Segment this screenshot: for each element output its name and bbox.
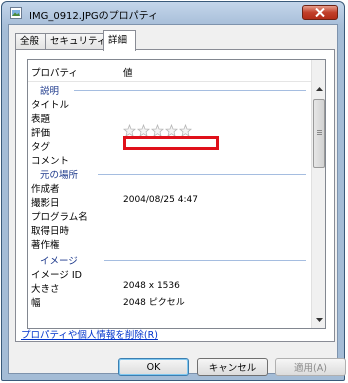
details-panel: プロパティ 値 説明 タイトル 表題 評価 タグ コメント 元の場所 作成者 撮… — [15, 49, 335, 342]
row-author[interactable]: 作成者 — [28, 180, 312, 195]
thumb-grip — [317, 132, 322, 133]
thumb-grip — [317, 130, 322, 131]
section-label: 説明 — [40, 86, 60, 97]
section-origin: 元の場所 — [28, 166, 312, 181]
section-description: 説明 — [28, 82, 312, 97]
properties-window: IMG_0912.JPGのプロパティ 全般 セキュリティ 詳細 プロパティ 値 … — [1, 1, 346, 381]
property-value[interactable]: 2048 x 1536 — [123, 281, 180, 291]
property-value[interactable]: 2048 ピクセル — [123, 295, 185, 308]
property-name: タイトル — [31, 100, 70, 111]
property-name: プログラム名 — [31, 212, 88, 223]
tab-security[interactable]: セキュリティ — [45, 33, 106, 49]
property-name: 表題 — [31, 114, 51, 125]
remove-properties-link[interactable]: プロパティや個人情報を削除(R) — [21, 327, 158, 341]
column-header-property[interactable]: プロパティ — [31, 65, 78, 79]
row-date-taken[interactable]: 撮影日 2004/08/25 4:47 — [28, 194, 312, 209]
list-header: プロパティ 値 — [28, 60, 312, 82]
tab-details[interactable]: 詳細 — [103, 30, 136, 51]
apply-button[interactable]: 適用(A) — [275, 358, 346, 376]
property-rows: 説明 タイトル 表題 評価 タグ コメント 元の場所 作成者 撮影日 2004/… — [28, 82, 312, 309]
close-icon — [315, 8, 325, 17]
dialog-body: 全般 セキュリティ 詳細 プロパティ 値 説明 タイトル 表題 評価 タグ コメ… — [8, 24, 346, 376]
property-name: コメント — [31, 156, 70, 167]
property-name: 著作権 — [31, 240, 60, 251]
row-subject[interactable]: 表題 — [28, 110, 312, 125]
ok-button[interactable]: OK — [118, 358, 189, 376]
row-copyright[interactable]: 著作権 — [28, 236, 312, 251]
property-name: 大きさ — [31, 284, 60, 295]
section-label: 元の場所 — [40, 170, 79, 181]
property-name: 幅 — [31, 298, 41, 309]
row-image-id[interactable]: イメージ ID — [28, 266, 312, 281]
tab-general[interactable]: 全般 — [15, 33, 46, 49]
scroll-down-button[interactable] — [313, 313, 325, 327]
column-header-value[interactable]: 値 — [123, 65, 133, 79]
title-bar[interactable]: IMG_0912.JPGのプロパティ — [2, 2, 344, 24]
row-width[interactable]: 幅 2048 ピクセル — [28, 294, 312, 309]
arrow-down-icon — [315, 318, 323, 322]
image-file-icon — [10, 7, 22, 19]
close-button[interactable] — [302, 5, 338, 20]
cancel-button[interactable]: キャンセル — [197, 358, 268, 376]
row-title[interactable]: タイトル — [28, 96, 312, 111]
property-name: イメージ ID — [31, 270, 82, 281]
property-name: 評価 — [31, 128, 51, 139]
thumb-grip — [317, 134, 322, 135]
section-divider — [98, 174, 306, 175]
scroll-thumb[interactable] — [313, 99, 325, 168]
row-comments[interactable]: コメント — [28, 152, 312, 167]
row-tags[interactable]: タグ — [28, 136, 312, 153]
window-title: IMG_0912.JPGのプロパティ — [29, 11, 159, 22]
section-divider — [104, 260, 306, 261]
arrow-up-icon — [315, 87, 323, 91]
section-image: イメージ — [28, 250, 312, 267]
property-name: タグ — [31, 142, 51, 153]
scroll-up-button[interactable] — [313, 82, 325, 96]
property-value[interactable]: 2004/08/25 4:47 — [123, 195, 198, 205]
vertical-scrollbar[interactable] — [311, 60, 325, 328]
property-name: 取得日時 — [31, 226, 70, 237]
property-list[interactable]: プロパティ 値 説明 タイトル 表題 評価 タグ コメント 元の場所 作成者 撮… — [27, 59, 326, 329]
property-name: 作成者 — [31, 184, 60, 195]
row-date-acquired[interactable]: 取得日時 — [28, 222, 312, 237]
property-name: 撮影日 — [31, 198, 60, 209]
row-program-name[interactable]: プログラム名 — [28, 208, 312, 223]
row-dimensions[interactable]: 大きさ 2048 x 1536 — [28, 280, 312, 295]
section-label: イメージ — [40, 256, 78, 267]
tags-input-highlight[interactable] — [123, 136, 219, 150]
section-divider — [74, 90, 306, 91]
